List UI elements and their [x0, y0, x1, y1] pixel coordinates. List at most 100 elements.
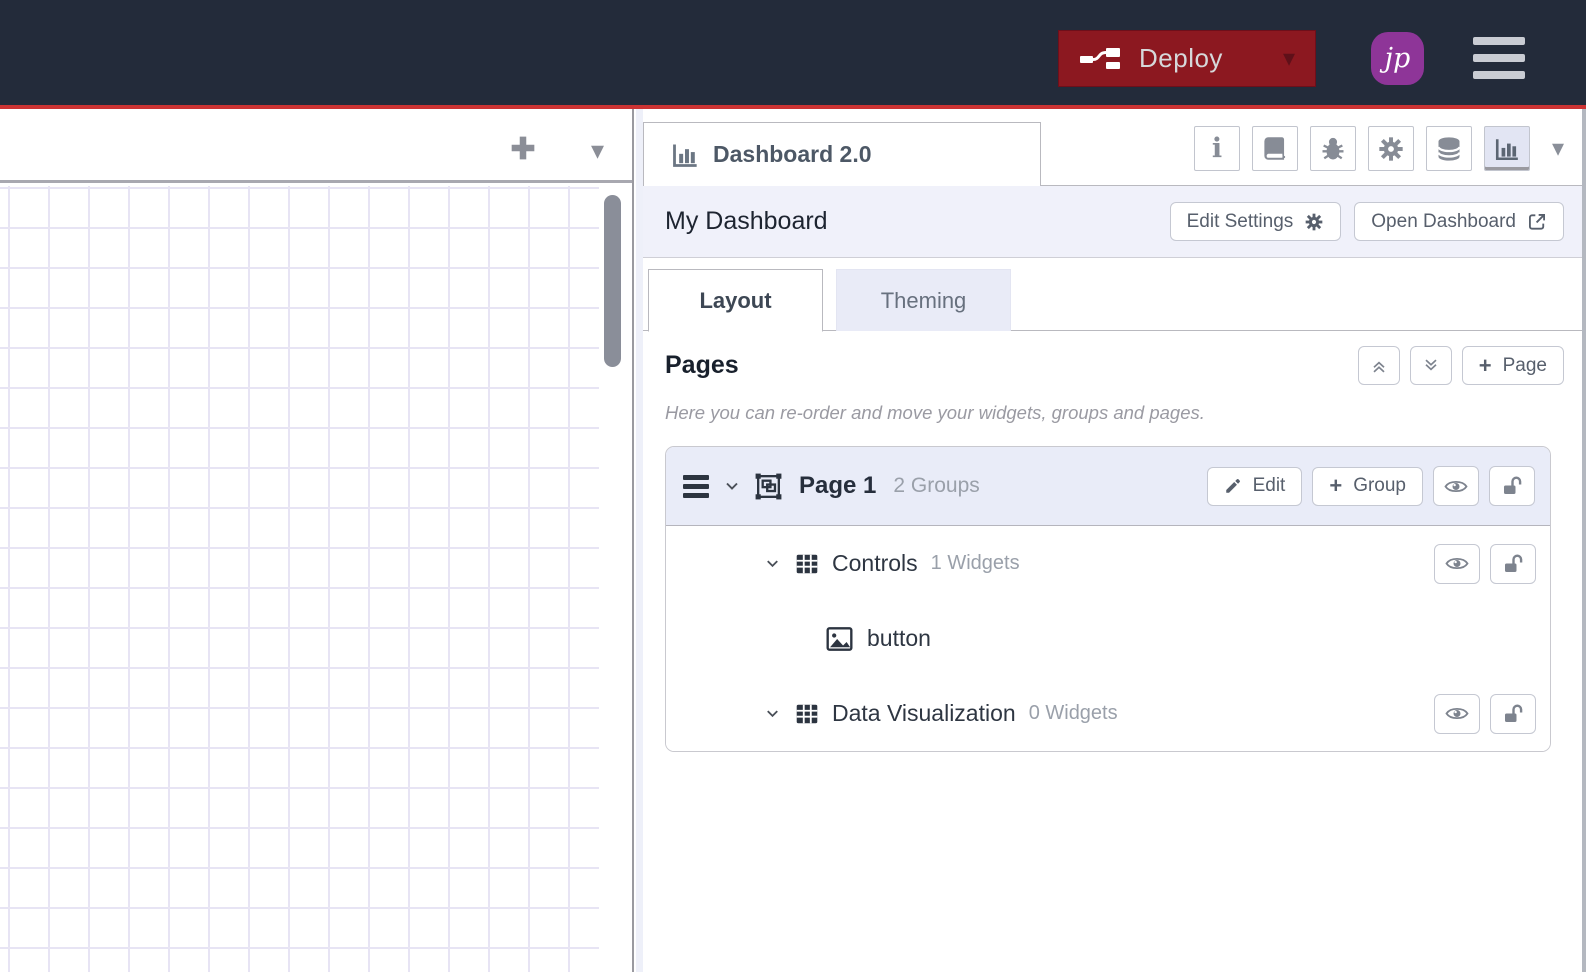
chevron-down-icon[interactable]: [763, 704, 782, 723]
group-row[interactable]: Data Visualization 0 Widgets: [666, 676, 1550, 751]
edit-settings-button[interactable]: Edit Settings: [1169, 202, 1342, 241]
bar-chart-icon: [670, 141, 700, 169]
toggle-group-visibility-button[interactable]: [1434, 693, 1480, 734]
debug-tab-button[interactable]: [1309, 126, 1356, 171]
user-avatar[interactable]: jp: [1371, 32, 1424, 85]
tab-theming[interactable]: Theming: [836, 269, 1011, 331]
sidebar: Dashboard 2.0 i ▾ My Dashboard Edit Sett…: [643, 109, 1586, 972]
dashboard-info-bar: My Dashboard Edit Settings Open Dashboar…: [643, 186, 1586, 258]
drag-handle-icon[interactable]: [681, 471, 711, 502]
table-icon: [793, 701, 821, 727]
database-icon: [1435, 135, 1463, 163]
help-tab-button[interactable]: [1251, 126, 1298, 171]
sidebar-tab-title: Dashboard 2.0: [713, 141, 872, 167]
dashboard-subtabs: Layout Theming: [643, 258, 1586, 332]
widget-name: button: [867, 625, 931, 651]
group-widgets-count: 0 Widgets: [1028, 702, 1118, 724]
sidebar-icon-toolbar: i ▾: [1193, 126, 1564, 171]
group-name: Data Visualization: [832, 700, 1016, 726]
group-name: Controls: [832, 550, 918, 576]
add-page-label: Page: [1502, 354, 1547, 376]
edit-settings-label: Edit Settings: [1186, 210, 1294, 232]
tab-theming-label: Theming: [880, 287, 967, 313]
toggle-page-lock-button[interactable]: [1489, 466, 1535, 506]
page-row[interactable]: Page 1 2 Groups Edit + Group: [666, 447, 1550, 526]
edit-page-button[interactable]: Edit: [1206, 466, 1303, 506]
open-dashboard-button[interactable]: Open Dashboard: [1354, 202, 1564, 241]
eye-icon: [1444, 480, 1468, 492]
bar-chart-icon: [1493, 136, 1521, 162]
gear-icon: [1377, 135, 1405, 163]
deploy-button[interactable]: Deploy ▾: [1058, 30, 1316, 87]
deploy-label: Deploy: [1139, 43, 1223, 73]
plus-icon: [511, 136, 535, 160]
toggle-group-visibility-button[interactable]: [1434, 543, 1480, 584]
dashboard-tab-button[interactable]: [1483, 126, 1530, 171]
add-group-label: Group: [1353, 475, 1406, 496]
external-link-icon: [1527, 212, 1547, 232]
flow-list-button[interactable]: ▾: [591, 135, 604, 166]
main-menu-button[interactable]: [1473, 37, 1525, 79]
sidebar-resize-handle[interactable]: [636, 109, 643, 972]
open-dashboard-label: Open Dashboard: [1371, 210, 1516, 232]
add-group-button[interactable]: + Group: [1312, 466, 1423, 506]
sidebar-tab-strip: Dashboard 2.0 i ▾: [643, 109, 1586, 186]
tab-dashboard-2[interactable]: Dashboard 2.0: [643, 122, 1041, 186]
info-tab-button[interactable]: i: [1193, 126, 1240, 171]
add-flow-button[interactable]: [506, 131, 540, 165]
double-chevron-down-icon: [1425, 359, 1437, 370]
canvas-vertical-scrollbar[interactable]: [604, 195, 621, 367]
hamburger-icon: [1473, 54, 1525, 62]
flow-tabbar: ▾: [0, 109, 632, 183]
book-icon: [1261, 135, 1288, 162]
group-widgets-count: 1 Widgets: [930, 552, 1020, 574]
widget-row[interactable]: button: [666, 601, 1550, 676]
page-title: Page 1: [799, 472, 877, 499]
unlock-icon: [1504, 476, 1522, 494]
sidebar-scrollbar[interactable]: [1582, 109, 1586, 972]
context-data-tab-button[interactable]: [1425, 126, 1472, 171]
collapse-all-button[interactable]: [1357, 346, 1400, 385]
plus-icon: +: [1478, 352, 1492, 378]
object-group-icon: [753, 471, 784, 502]
expand-all-button[interactable]: [1409, 346, 1452, 385]
sidebar-tabs-caret-icon[interactable]: ▾: [1552, 134, 1564, 163]
pages-section: Pages + Page Here you can re-order and m…: [643, 331, 1586, 752]
hamburger-icon: [1473, 37, 1525, 45]
hamburger-icon: [1473, 71, 1525, 79]
pages-heading: Pages: [665, 351, 739, 379]
chevron-down-icon[interactable]: [722, 476, 742, 496]
unlock-icon: [1505, 704, 1523, 722]
flow-canvas-grid[interactable]: [0, 186, 599, 972]
avatar-initials: jp: [1384, 43, 1411, 74]
edit-page-label: Edit: [1252, 475, 1286, 496]
deploy-nodes-icon: [1079, 46, 1121, 72]
add-page-button[interactable]: + Page: [1461, 346, 1564, 385]
tab-layout-label: Layout: [699, 287, 772, 313]
page-card: Page 1 2 Groups Edit + Group Controls 1 …: [665, 446, 1551, 752]
plus-icon: +: [1329, 473, 1343, 498]
pages-description: Here you can re-order and move your widg…: [665, 402, 1205, 423]
dashboard-title: My Dashboard: [665, 207, 828, 235]
group-row[interactable]: Controls 1 Widgets: [666, 526, 1550, 601]
unlock-icon: [1505, 554, 1523, 572]
page-groups-count: 2 Groups: [893, 474, 980, 497]
deploy-options-caret-icon[interactable]: ▾: [1283, 44, 1295, 73]
app-header: Deploy ▾ jp: [0, 0, 1586, 105]
bug-icon: [1319, 135, 1347, 163]
tab-layout[interactable]: Layout: [648, 269, 823, 332]
info-icon: i: [1211, 133, 1223, 164]
config-nodes-tab-button[interactable]: [1367, 126, 1414, 171]
toggle-group-lock-button[interactable]: [1490, 543, 1536, 584]
pencil-icon: [1224, 477, 1242, 495]
eye-icon: [1445, 557, 1469, 570]
flow-workspace: ▾: [0, 109, 634, 972]
image-icon: [825, 626, 854, 652]
eye-icon: [1445, 707, 1469, 720]
gear-icon: [1304, 212, 1324, 232]
chevron-down-icon[interactable]: [763, 554, 782, 573]
toggle-group-lock-button[interactable]: [1490, 693, 1536, 734]
double-chevron-up-icon: [1373, 361, 1385, 372]
table-icon: [793, 551, 821, 577]
toggle-page-visibility-button[interactable]: [1433, 466, 1479, 506]
